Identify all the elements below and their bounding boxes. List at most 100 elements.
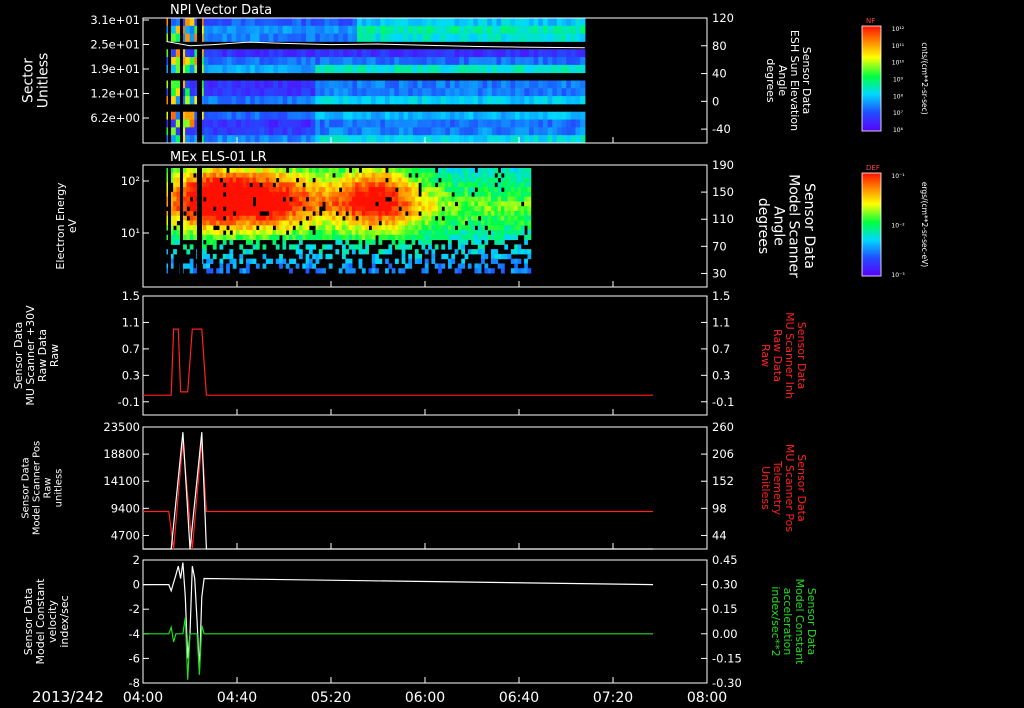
right-tick-label: 190	[712, 158, 734, 172]
right-tick-label: 0.30	[712, 578, 738, 592]
y-tick-label: -6	[129, 651, 140, 665]
x-tick-label: 04:40	[217, 690, 257, 706]
panel-5: 2 0 -2 -4 -6 -8 0.45 0.30 0.15 0.00 -0.15 -0.30 Sens…	[22, 553, 818, 690]
y-tick-label: 2	[133, 553, 140, 567]
right-tick-label: 0.00	[712, 627, 738, 641]
panel-1: NPI Vector Data 3.1e+01 2.5e+01 1.9e+01 1.2e…	[20, 3, 813, 144]
x-tick-label: 04:00	[123, 690, 163, 706]
series-line-1	[143, 441, 653, 550]
y-axis-label: Sensor DataMU Scanner +30VRaw DataRaw	[12, 305, 61, 406]
y-tick-label: 1.9e+01	[90, 62, 140, 76]
data-gap	[180, 165, 183, 287]
panel-title: NPI Vector Data	[170, 3, 272, 18]
right-tick-label: 0.15	[712, 602, 738, 616]
colorbar-label: DEF	[866, 164, 880, 172]
panel-4: 23500 18800 14100 9400 4700 260 206 152 98 44 Sens…	[21, 420, 808, 550]
right-tick-label: 152	[712, 474, 734, 488]
y-tick-label: 18800	[103, 447, 140, 461]
spectrogram-1	[166, 18, 586, 144]
y-tick-label: 4700	[111, 528, 140, 542]
colorbar-label: NF	[866, 17, 875, 25]
y-tick-label: 1.1	[122, 315, 140, 329]
right-axis-label: Sensor DataModel ScannerAngledegrees	[755, 174, 817, 278]
colorbar-tick: 10⁷	[893, 110, 904, 117]
panel-3: 1.5 1.1 0.7 0.3 -0.1 1.5 1.1 0.7 0.3 -0.1 Sensor D…	[12, 289, 808, 416]
right-tick-label: 0	[712, 94, 719, 108]
colorbar-tick: 10¹⁰	[892, 60, 905, 67]
colorbar-units: ergs/(cm**2-sr-sec-eV)	[920, 182, 929, 267]
right-axis-label: Sensor DataMU Scanner InhRaw DataRaw	[759, 312, 808, 399]
y-axis-label: Sensor DataModel Scanner PosRawunitless	[21, 441, 65, 535]
y-tick-label: 6.2e+00	[90, 111, 140, 125]
x-tick-label: 08:00	[687, 690, 727, 706]
colorbar-gradient	[861, 25, 882, 132]
right-tick-label: 1.1	[712, 315, 730, 329]
data-gap	[168, 18, 171, 143]
y-tick-label: 10²	[121, 174, 140, 188]
y-tick-label: -0.1	[118, 395, 140, 409]
series-line-2	[143, 432, 653, 550]
colorbar-tick: 10⁶	[893, 127, 904, 134]
data-gap	[197, 165, 202, 287]
y-axis-label: SectorUnitless	[20, 53, 51, 109]
right-tick-label: 0.7	[712, 342, 730, 356]
right-tick-label: 0.45	[712, 553, 738, 567]
y-tick-label: 1.5	[122, 289, 140, 303]
right-tick-label: 30	[712, 266, 727, 280]
y-axis-label: Sensor DataModel Constantvelocityindex/s…	[22, 578, 71, 665]
y-tick-label: 23500	[103, 420, 140, 434]
x-tick-label: 07:20	[593, 690, 633, 706]
colorbar-tick: 10⁻³	[891, 272, 905, 279]
right-tick-label: -0.30	[712, 676, 742, 690]
right-tick-label: -0.1	[712, 395, 734, 409]
right-tick-label: 0.3	[712, 368, 730, 382]
spectrogram-2	[166, 165, 532, 287]
right-tick-label: -40	[712, 122, 731, 136]
y-tick-label: 14100	[103, 474, 140, 488]
colorbar-tick: 10⁹	[893, 77, 904, 84]
right-tick-label: 80	[712, 39, 727, 53]
y-tick-label: 3.1e+01	[90, 13, 140, 27]
panel-frame	[142, 295, 708, 416]
colorbar-units: cnts/(cm**2-sr-sec)	[920, 42, 929, 114]
y-tick-label: 0.7	[122, 342, 140, 356]
y-tick-label: 2.5e+01	[90, 38, 140, 52]
series-line-2	[143, 617, 653, 680]
y-tick-label: 0.3	[122, 368, 140, 382]
right-axis-label: Sensor DataModel Constantaccelerationind…	[769, 579, 818, 666]
y-tick-label: -8	[129, 676, 140, 690]
data-gap	[197, 18, 202, 143]
panel-2: MEx ELS-01 LR 10² 10¹ 190 150 110 70 30 Electron…	[54, 150, 817, 288]
colorbar-tick: 10¹¹	[892, 43, 905, 50]
right-axis-label: Sensor DataMU Scanner PosTelemetryUnitle…	[759, 444, 808, 533]
colorbar-tick: 10⁸	[893, 93, 904, 100]
series-line-1	[143, 562, 654, 671]
right-tick-label: 260	[712, 420, 734, 434]
date-label: 2013/242	[32, 688, 104, 706]
right-tick-label: 1.5	[712, 289, 730, 303]
series-line-1	[143, 328, 653, 396]
x-tick-label: 05:20	[311, 690, 351, 706]
colorbar-tick: 10⁻¹	[891, 173, 905, 180]
y-tick-label: -4	[129, 627, 140, 641]
y-tick-label: 1.2e+01	[90, 87, 140, 101]
right-tick-label: 150	[712, 185, 734, 199]
y-tick-label: 0	[133, 578, 140, 592]
plot-canvas: NPI Vector Data 3.1e+01 2.5e+01 1.9e+01 1.2e…	[12, 3, 929, 706]
y-tick-label: -2	[129, 602, 140, 616]
y-tick-label: 10¹	[121, 226, 140, 240]
colorbar-gradient	[861, 172, 882, 277]
right-axis-label: Sensor DataESH Sun ElevationAngledegrees	[764, 30, 813, 131]
y-axis-label: Electron EnergyeV	[54, 182, 79, 270]
right-tick-label: 120	[712, 11, 734, 25]
data-gap	[180, 18, 183, 143]
right-tick-label: 206	[712, 447, 734, 461]
right-tick-label: 44	[712, 528, 727, 542]
y-tick-label: 9400	[111, 501, 140, 515]
right-tick-label: 98	[712, 501, 727, 515]
x-tick-label: 06:00	[405, 690, 445, 706]
colorbar-tick: 10¹²	[892, 26, 905, 33]
panel-title: MEx ELS-01 LR	[170, 150, 267, 165]
colorbar-tick: 10⁻²	[891, 223, 905, 230]
right-tick-label: 70	[712, 239, 727, 253]
